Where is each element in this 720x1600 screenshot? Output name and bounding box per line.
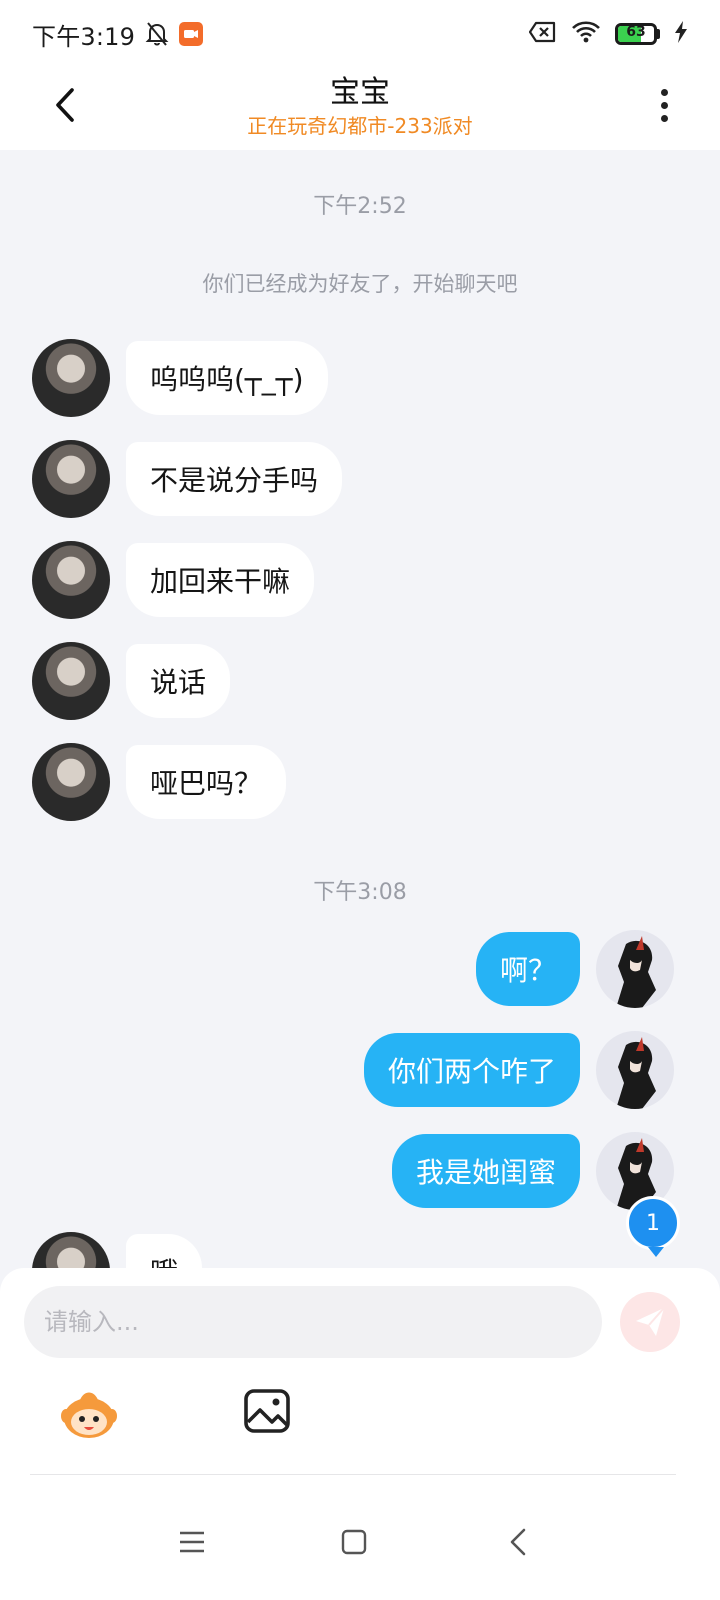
message-bubble[interactable]: 呜呜呜(┬_┬) [126, 341, 328, 415]
message-bubble[interactable]: 啊？ [475, 932, 580, 1006]
wifi-icon [571, 20, 601, 48]
avatar[interactable] [32, 743, 110, 821]
chat-area[interactable]: 下午2:52 你们已经成为好友了，开始聊天吧 呜呜呜(┬_┬) 不是说分手吗 加… [0, 150, 720, 1268]
more-button[interactable] [644, 80, 684, 130]
nav-menu-button[interactable] [170, 1520, 214, 1564]
system-nav-bar [0, 1484, 720, 1600]
battery-body: 63 [615, 23, 657, 45]
message-input[interactable] [24, 1286, 602, 1358]
message-row-incoming: 说话 [0, 642, 720, 722]
status-bar: 下午3:19 63 [0, 0, 720, 68]
message-row-incoming: 哦 [0, 1232, 720, 1268]
battery-tip [657, 29, 660, 39]
message-bubble[interactable]: 我是她闺蜜 [391, 1134, 580, 1208]
screen-record-icon [179, 22, 204, 46]
send-icon [636, 1307, 665, 1336]
chat-title: 宝宝 [330, 75, 390, 110]
chat-subtitle[interactable]: 正在玩奇幻都市-233派对 [0, 112, 720, 140]
message-row-incoming: 加回来干嘛 [0, 541, 720, 621]
nav-back-button[interactable] [496, 1520, 540, 1564]
message-row-outgoing: 你们两个咋了 [0, 1031, 720, 1111]
nav-home-button[interactable] [332, 1520, 376, 1564]
chat-header: 宝宝 正在玩奇幻都市-233派对 [0, 68, 720, 150]
message-row-incoming: 不是说分手吗 [0, 440, 720, 520]
timestamp: 下午2:52 [313, 194, 407, 219]
title-wrap: 宝宝 正在玩奇幻都市-233派对 [0, 74, 720, 140]
message-bubble[interactable]: 不是说分手吗 [126, 442, 343, 516]
more-dot [660, 88, 668, 96]
home-square-icon [341, 1529, 367, 1555]
timestamp: 下午3:08 [313, 880, 407, 905]
system-notice: 你们已经成为好友了，开始聊天吧 [202, 272, 518, 296]
message-bubble[interactable]: 哦 [126, 1234, 203, 1268]
avatar[interactable] [32, 541, 110, 619]
message-row-incoming: 哑巴吗？ [0, 743, 720, 823]
nav-back-icon [510, 1528, 526, 1556]
message-row-incoming: 呜呜呜(┬_┬) [0, 339, 720, 419]
menu-icon [180, 1531, 204, 1553]
message-bubble[interactable]: 说话 [126, 644, 231, 718]
avatar-self[interactable] [596, 1031, 674, 1109]
message-bubble[interactable]: 加回来干嘛 [126, 543, 315, 617]
unread-badge[interactable]: 1 [626, 1196, 680, 1257]
charging-bolt-icon [674, 21, 688, 47]
divider [30, 1474, 676, 1475]
emoji-mascot-icon [61, 1392, 117, 1438]
message-bubble[interactable]: 你们两个咋了 [363, 1033, 580, 1107]
message-row-outgoing: 我是她闺蜜 [0, 1132, 720, 1212]
image-button[interactable] [242, 1386, 292, 1436]
status-right: 63 [528, 20, 688, 48]
bell-off-icon [145, 21, 169, 47]
emoji-button[interactable] [60, 1386, 118, 1444]
battery-indicator: 63 [615, 23, 660, 45]
status-left: 下午3:19 [32, 17, 204, 52]
battery-level: 63 [626, 24, 646, 40]
send-button[interactable] [620, 1292, 680, 1352]
more-dot [660, 101, 668, 109]
status-time: 下午3:19 [32, 22, 136, 51]
avatar[interactable] [32, 1232, 110, 1268]
image-icon [244, 1389, 290, 1433]
message-bubble[interactable]: 哑巴吗？ [126, 745, 287, 819]
avatar[interactable] [32, 339, 110, 417]
avatar-self[interactable] [596, 930, 674, 1008]
message-row-outgoing: 啊？ [0, 930, 720, 1010]
self-avatar-image [616, 936, 656, 1008]
avatar[interactable] [32, 440, 110, 518]
more-dot [660, 114, 668, 122]
avatar[interactable] [32, 642, 110, 720]
input-panel [0, 1268, 720, 1484]
self-avatar-image [616, 1037, 656, 1109]
no-sim-icon [528, 21, 557, 47]
